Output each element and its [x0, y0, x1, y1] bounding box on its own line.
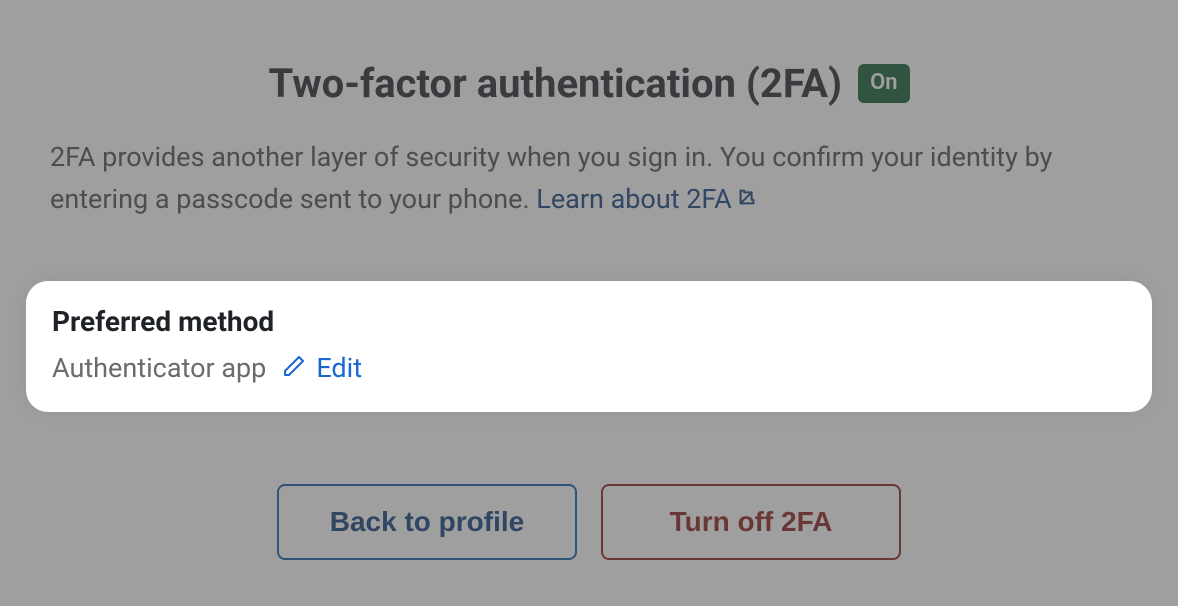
preferred-method-value: Authenticator app — [52, 352, 266, 384]
preferred-method-card: Preferred method Authenticator app Edit — [26, 281, 1152, 412]
status-badge-on: On — [858, 64, 909, 103]
page-title: Two-factor authentication (2FA) — [268, 60, 842, 107]
action-buttons: Back to profile Turn off 2FA — [50, 484, 1128, 560]
edit-link-text: Edit — [316, 352, 362, 384]
page-header: Two-factor authentication (2FA) On — [50, 60, 1128, 107]
learn-about-2fa-link[interactable]: Learn about 2FA — [536, 179, 757, 221]
preferred-method-row: Authenticator app Edit — [52, 352, 1126, 384]
pencil-icon — [282, 354, 306, 382]
preferred-method-heading: Preferred method — [52, 305, 1126, 338]
learn-link-text: Learn about 2FA — [536, 179, 731, 221]
edit-preferred-method[interactable]: Edit — [282, 352, 362, 384]
turn-off-2fa-button[interactable]: Turn off 2FA — [601, 484, 901, 560]
external-link-icon — [736, 179, 758, 221]
back-to-profile-button[interactable]: Back to profile — [277, 484, 577, 560]
page-description: 2FA provides another layer of security w… — [50, 137, 1128, 221]
